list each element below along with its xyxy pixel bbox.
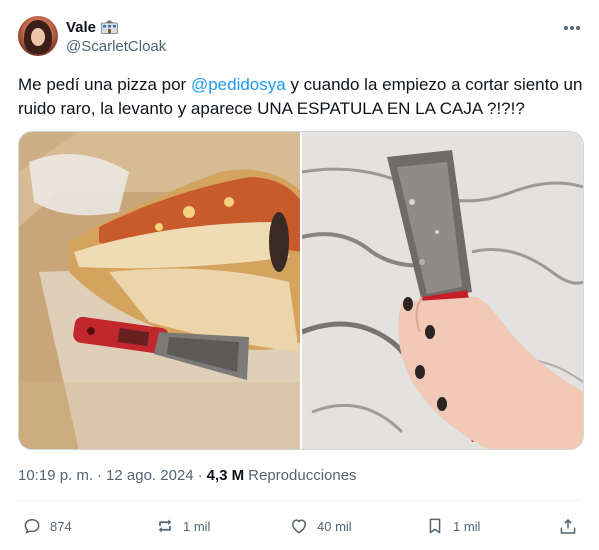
hand-holding-spatula-photo: [302, 132, 583, 449]
bookmark-icon: [429, 518, 441, 534]
name-row: Vale: [66, 18, 118, 36]
like-button[interactable]: 40 mil: [289, 512, 352, 540]
tweet-time[interactable]: 10:19 p. m.: [18, 467, 93, 484]
media-grid: [18, 131, 584, 450]
spatula-hand-photo[interactable]: [302, 132, 583, 449]
repost-icon: [158, 519, 172, 533]
views-label: Reproducciones: [248, 467, 357, 484]
tweet-text-start: Me pedí una pizza por: [18, 75, 191, 94]
share-icon: [560, 518, 576, 534]
tweet-text: Me pedí una pizza por @pedidosya y cuand…: [18, 73, 584, 121]
tweet-card: Vale @ScarletCloak Me pedí una pizza por…: [0, 0, 599, 550]
pizza-box-photo[interactable]: [19, 132, 300, 449]
repost-button[interactable]: 1 mil: [155, 512, 210, 540]
bookmark-button[interactable]: 1 mil: [425, 512, 480, 540]
bookmark-count: 1 mil: [453, 518, 481, 534]
more-options-button[interactable]: [559, 18, 585, 38]
divider: [18, 500, 581, 501]
reply-button[interactable]: 874: [22, 512, 72, 540]
action-bar: 874 1 mil 40 mil 1 mil: [18, 512, 584, 540]
heart-icon: [292, 519, 306, 534]
like-count: 40 mil: [317, 518, 352, 534]
avatar-face: [31, 28, 45, 46]
meta-separator-2: ·: [197, 467, 203, 484]
avatar[interactable]: [18, 16, 58, 56]
school-building-icon: [101, 20, 118, 34]
views-count: 4,3 M: [206, 467, 245, 484]
reply-count: 874: [50, 518, 72, 534]
reply-icon: [24, 519, 40, 534]
repost-count: 1 mil: [183, 518, 211, 534]
mention-link[interactable]: @pedidosya: [191, 75, 286, 94]
share-button[interactable]: [558, 512, 578, 540]
meta-separator: ·: [97, 467, 103, 484]
handle[interactable]: @ScarletCloak: [66, 38, 166, 55]
tweet-date[interactable]: 12 ago. 2024: [106, 467, 194, 484]
display-name[interactable]: Vale: [66, 19, 96, 36]
more-dots-icon: [564, 26, 580, 30]
tweet-meta: 10:19 p. m. · 12 ago. 2024 · 4,3 M Repro…: [18, 467, 357, 484]
pizza-with-spatula-photo: [19, 132, 300, 449]
